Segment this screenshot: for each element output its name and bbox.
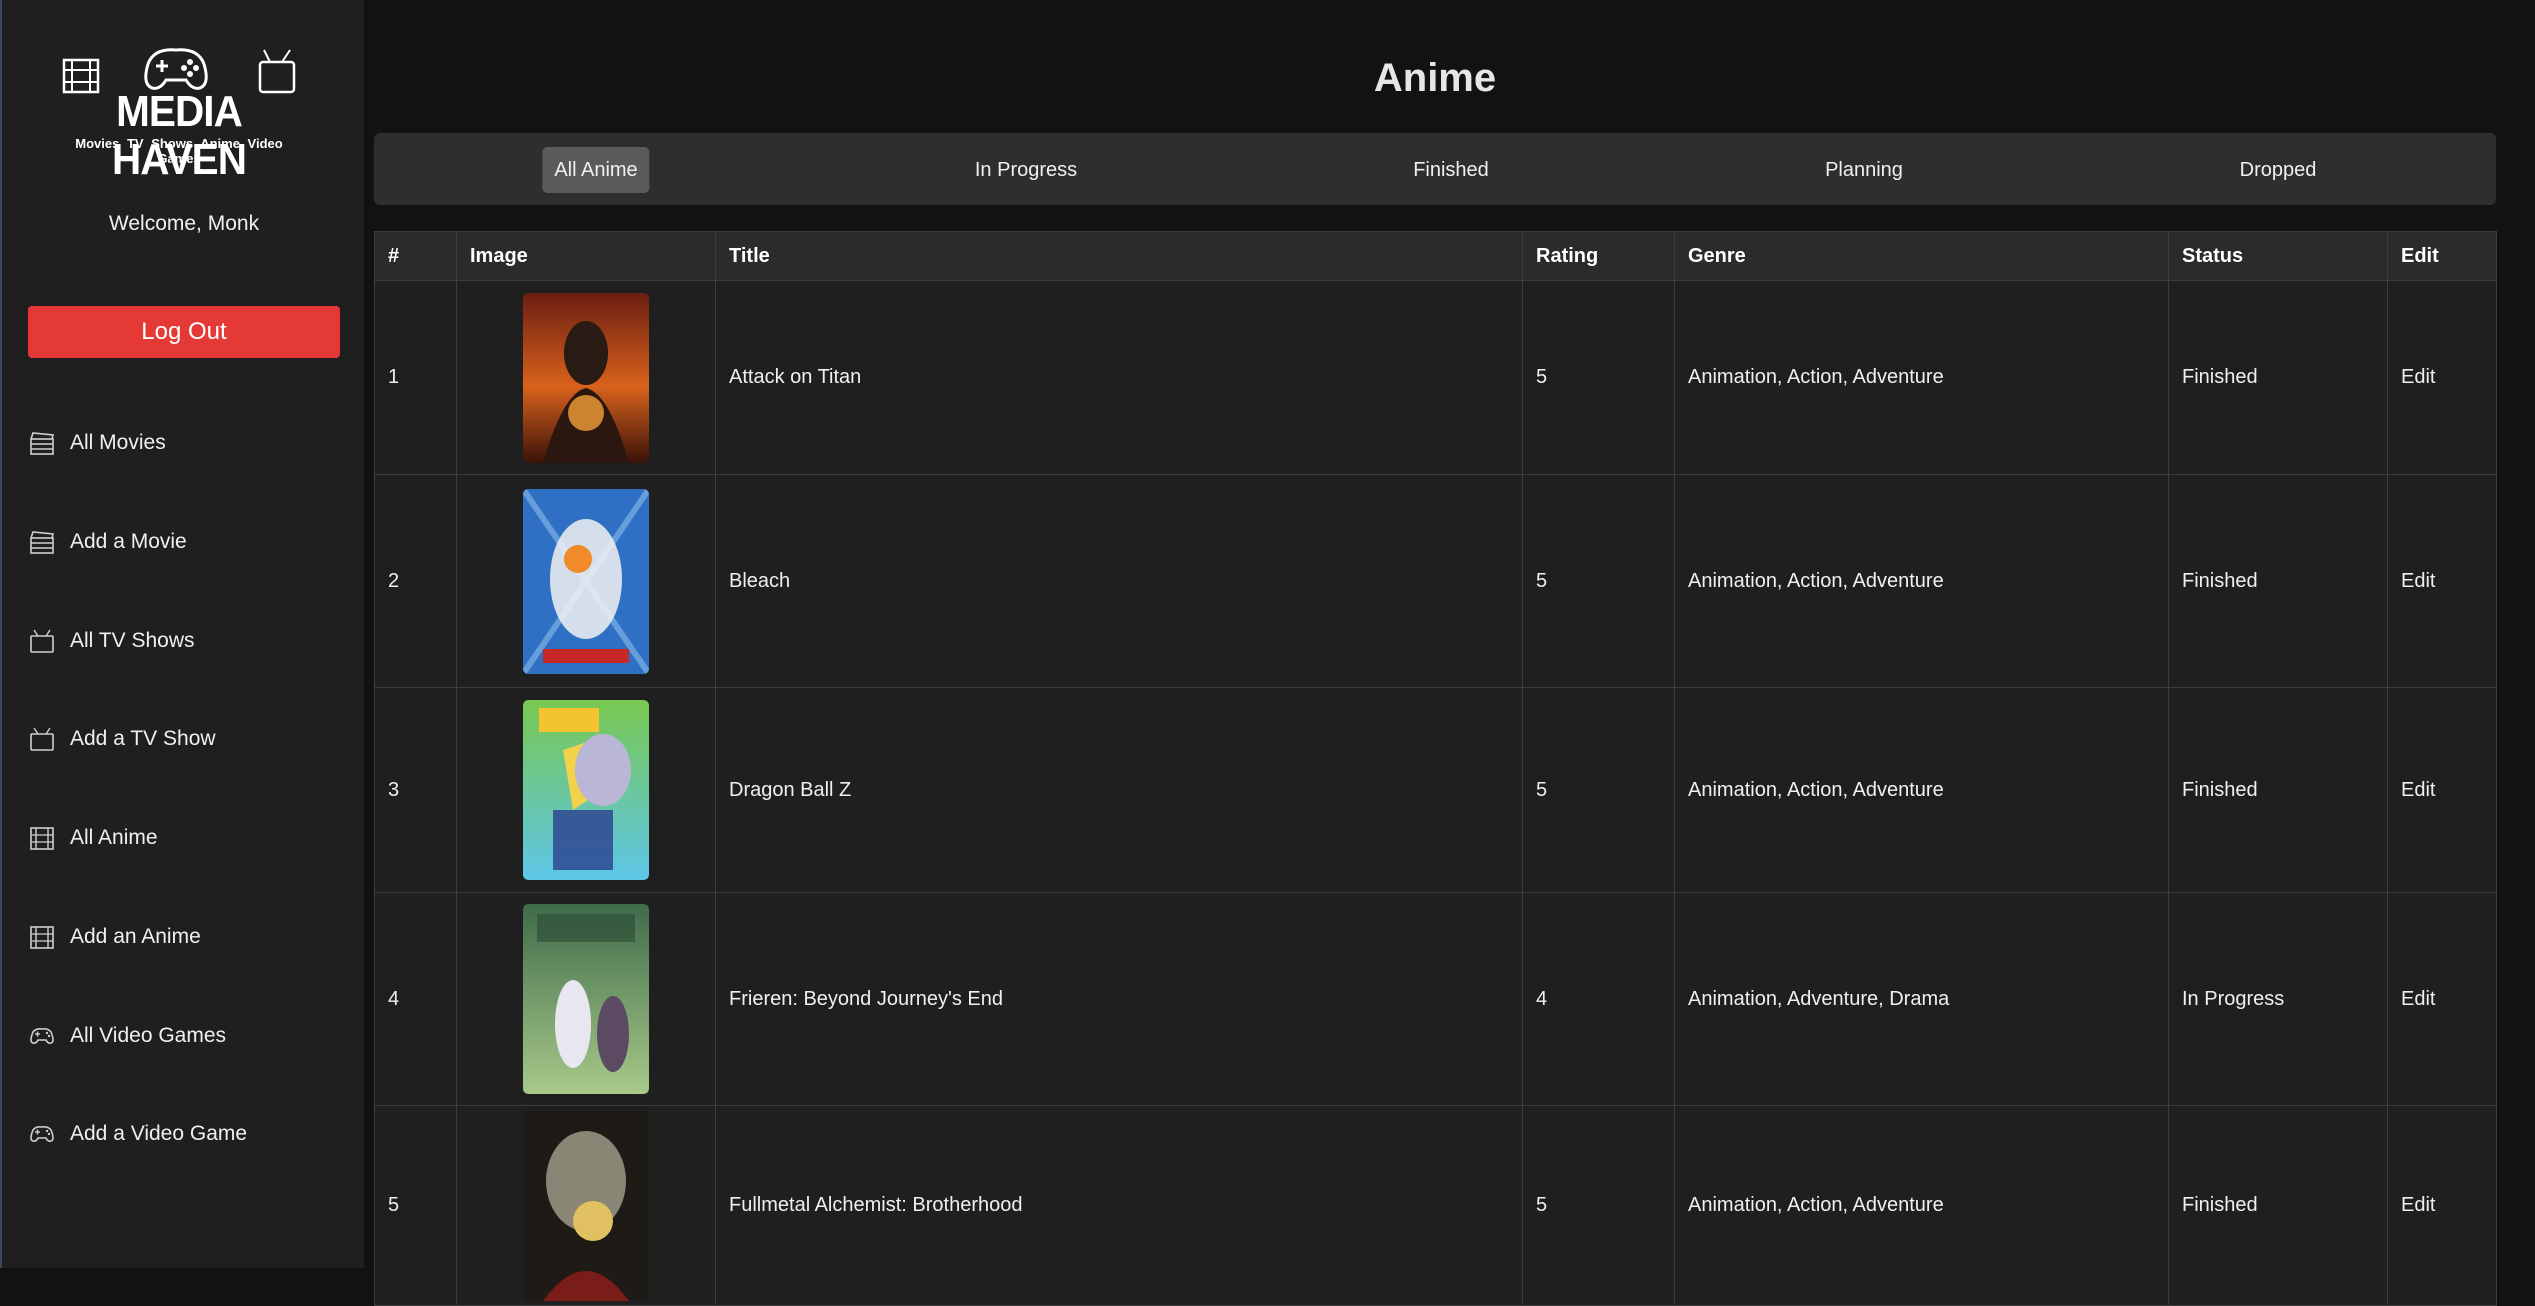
anime-table: # Image Title Rating Genre Status Edit 1: [374, 231, 2497, 1306]
tv-icon: [30, 727, 54, 751]
tab-finished[interactable]: Finished: [1401, 147, 1501, 193]
nav-add-tv-show[interactable]: Add a TV Show: [28, 719, 216, 759]
row-number: 2: [374, 474, 457, 688]
edit-link[interactable]: Edit: [2387, 474, 2497, 688]
edit-link[interactable]: Edit: [2387, 280, 2497, 475]
nav-label: Add a Movie: [70, 530, 187, 553]
tab-all-anime[interactable]: All Anime: [542, 147, 650, 193]
poster-cell: [456, 892, 716, 1106]
poster-cell: [456, 474, 716, 688]
nav-add-movie[interactable]: Add a Movie: [28, 522, 187, 562]
poster-cell: [456, 687, 716, 893]
table-header-row: # Image Title Rating Genre Status Edit: [374, 231, 2497, 281]
anime-title: Fullmetal Alchemist: Brotherhood: [715, 1105, 1523, 1306]
anime-rating: 5: [1522, 1105, 1675, 1306]
tab-planning[interactable]: Planning: [1813, 147, 1915, 193]
film-icon: [30, 827, 54, 850]
nav-label: Add a TV Show: [70, 727, 216, 750]
poster-image: [523, 700, 649, 880]
status-filter-tabs: All Anime In Progress Finished Planning …: [374, 133, 2496, 205]
page-title: Anime: [1373, 56, 1497, 100]
anime-title: Attack on Titan: [715, 280, 1523, 475]
brand-subtitle: Movies TV Shows Anime Video Games: [75, 136, 283, 166]
table-row: 2 Bleach 5 Animation, Action, Adventure …: [374, 474, 2497, 688]
film-icon: [30, 926, 54, 949]
column-header-number: #: [374, 231, 457, 281]
nav-add-anime[interactable]: Add an Anime: [28, 917, 201, 957]
poster-image: [523, 904, 649, 1094]
nav-label: Add a Video Game: [70, 1122, 248, 1145]
tv-icon: [30, 629, 54, 653]
row-number: 5: [374, 1105, 457, 1306]
logout-button[interactable]: Log Out: [28, 306, 340, 358]
anime-status: Finished: [2168, 1105, 2388, 1306]
tab-in-progress[interactable]: In Progress: [963, 147, 1089, 193]
poster-image: [523, 488, 649, 674]
nav-label: All Video Games: [70, 1024, 227, 1047]
anime-title: Dragon Ball Z: [715, 687, 1523, 893]
anime-status: Finished: [2168, 687, 2388, 893]
table-row: 1 Attack on Titan 5 Animation, Action, A…: [374, 280, 2497, 475]
anime-status: Finished: [2168, 280, 2388, 475]
anime-rating: 5: [1522, 687, 1675, 893]
poster-image: [523, 292, 649, 463]
nav-label: Add an Anime: [70, 925, 201, 948]
table-row: 4 Frieren: Beyond Journey's End 4 Animat…: [374, 892, 2497, 1106]
row-number: 3: [374, 687, 457, 893]
anime-genre: Animation, Action, Adventure: [1674, 280, 2169, 475]
nav-label: All Anime: [70, 826, 158, 849]
gamepad-icon: [30, 1028, 54, 1044]
anime-title: Bleach: [715, 474, 1523, 688]
poster-cell: [456, 280, 716, 475]
anime-title: Frieren: Beyond Journey's End: [715, 892, 1523, 1106]
anime-rating: 4: [1522, 892, 1675, 1106]
column-header-title: Title: [715, 231, 1523, 281]
media-haven-logo[interactable]: MEDIA HAVEN Movies TV Shows Anime Video …: [50, 44, 308, 184]
nav-label: All Movies: [70, 431, 166, 454]
anime-genre: Animation, Adventure, Drama: [1674, 892, 2169, 1106]
poster-image: [523, 1110, 649, 1301]
table-row: 3 Dragon Ball Z 5 Animation, Action, Adv…: [374, 687, 2497, 893]
row-number: 4: [374, 892, 457, 1106]
anime-genre: Animation, Action, Adventure: [1674, 1105, 2169, 1306]
poster-cell: [456, 1105, 716, 1306]
column-header-edit: Edit: [2387, 231, 2497, 281]
sidebar: MEDIA HAVEN Movies TV Shows Anime Video …: [0, 0, 364, 1268]
clapperboard-icon: [30, 432, 55, 455]
column-header-image: Image: [456, 231, 716, 281]
nav-label: All TV Shows: [70, 629, 195, 652]
anime-table-container: # Image Title Rating Genre Status Edit 1: [374, 231, 2497, 1306]
nav-all-video-games[interactable]: All Video Games: [28, 1016, 226, 1056]
clapperboard-icon: [30, 531, 55, 554]
nav-all-movies[interactable]: All Movies: [28, 423, 166, 463]
nav-add-video-game[interactable]: Add a Video Game: [28, 1114, 247, 1154]
edit-link[interactable]: Edit: [2387, 1105, 2497, 1306]
anime-status: Finished: [2168, 474, 2388, 688]
edit-link[interactable]: Edit: [2387, 892, 2497, 1106]
edit-link[interactable]: Edit: [2387, 687, 2497, 893]
column-header-rating: Rating: [1522, 231, 1675, 281]
row-number: 1: [374, 280, 457, 475]
gamepad-icon: [30, 1126, 54, 1142]
anime-status: In Progress: [2168, 892, 2388, 1106]
anime-rating: 5: [1522, 280, 1675, 475]
nav-all-anime[interactable]: All Anime: [28, 818, 158, 858]
tab-dropped[interactable]: Dropped: [2228, 147, 2329, 193]
nav-all-tv-shows[interactable]: All TV Shows: [28, 621, 195, 661]
anime-rating: 5: [1522, 474, 1675, 688]
anime-genre: Animation, Action, Adventure: [1674, 474, 2169, 688]
column-header-genre: Genre: [1674, 231, 2169, 281]
anime-genre: Animation, Action, Adventure: [1674, 687, 2169, 893]
table-row: 5 Fullmetal Alchemist: Brotherhood 5 Ani…: [374, 1105, 2497, 1306]
welcome-message: Welcome, Monk: [108, 212, 260, 235]
column-header-status: Status: [2168, 231, 2388, 281]
